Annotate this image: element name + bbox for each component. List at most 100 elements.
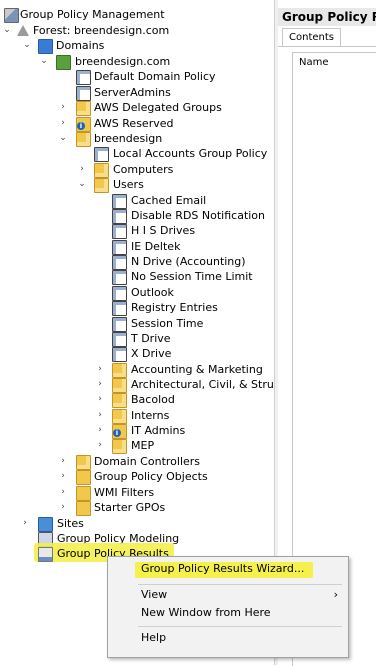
tree-item-label: Group Policy Objects (94, 470, 208, 483)
tree-item-label: Session Time (131, 317, 204, 330)
chevron-right-icon[interactable]: › (58, 454, 68, 469)
column-header-name[interactable]: Name (299, 57, 329, 68)
group-policy-management-icon (4, 8, 19, 23)
tree-item-label: WMI Filters (94, 486, 155, 499)
folder-icon (76, 470, 91, 485)
ou-folder-icon (94, 163, 109, 178)
gpo-link-icon (112, 332, 127, 347)
gpo-link-icon (112, 194, 127, 209)
gpo-link-icon (112, 301, 127, 316)
tree-item-label: Registry Entries (131, 301, 218, 314)
chevron-right-icon[interactable]: › (58, 469, 68, 484)
menu-item-help[interactable]: Help (108, 629, 348, 647)
ou-folder-icon (112, 439, 127, 454)
tree-item-label: Starter GPOs (94, 501, 166, 514)
chevron-right-icon[interactable]: › (58, 116, 68, 131)
folder-icon (76, 501, 91, 516)
chevron-right-icon[interactable]: › (95, 408, 105, 423)
ou-folder-icon (112, 393, 127, 408)
gpo-link-icon (112, 347, 127, 362)
chevron-right-icon[interactable]: › (95, 392, 105, 407)
tree-item-label: breendesign (94, 132, 163, 145)
tree-item-label: Interns (131, 409, 170, 422)
tree-item-label: MEP (131, 439, 155, 452)
ou-blocked-inheritance-icon (112, 424, 127, 439)
tree-item-label: Accounting & Marketing (131, 363, 263, 376)
menu-separator (138, 626, 342, 627)
tree-item-label: IE Deltek (131, 240, 181, 253)
context-menu: Group Policy Results Wizard... View › Ne… (107, 556, 349, 658)
gpo-link-icon (112, 286, 127, 301)
chevron-right-icon[interactable]: › (95, 362, 105, 377)
chevron-down-icon[interactable]: ⌄ (22, 38, 32, 53)
tree-item-label: Disable RDS Notification (131, 209, 266, 222)
tree-item-label: Local Accounts Group Policy (113, 147, 268, 160)
folder-icon (76, 486, 91, 501)
ou-folder-icon (76, 101, 91, 116)
ou-folder-icon (112, 409, 127, 424)
tree-item-label: ServerAdmins (94, 86, 171, 99)
ou-blocked-inheritance-icon (76, 117, 91, 132)
menu-item-view[interactable]: View › (108, 586, 348, 604)
gpo-link-icon (112, 209, 127, 224)
chevron-down-icon[interactable]: ⌄ (2, 23, 12, 38)
chevron-right-icon[interactable]: › (95, 377, 105, 392)
gpo-link-icon (76, 86, 91, 101)
tree-item-label: Computers (113, 163, 174, 176)
ou-folder-icon (76, 132, 91, 147)
sites-icon (38, 517, 53, 532)
gpo-link-icon (94, 147, 109, 162)
tree-item-label: AWS Reserved (94, 117, 174, 130)
tree-item-label: IT Admins (131, 424, 186, 437)
tree-item-label: Forest: breendesign.com (33, 24, 170, 37)
gpo-link-icon (112, 317, 127, 332)
tree-item-label: H I S Drives (131, 224, 196, 237)
ou-folder-icon (112, 378, 127, 393)
tree-item-label: breendesign.com (75, 55, 171, 68)
domains-icon (38, 39, 53, 54)
chevron-right-icon[interactable]: › (58, 485, 68, 500)
chevron-down-icon[interactable]: ⌄ (39, 54, 49, 69)
tree-item-label: AWS Delegated Groups (94, 101, 222, 114)
chevron-right-icon[interactable]: › (58, 500, 68, 515)
tree-item-label: Users (113, 178, 144, 191)
submenu-arrow-icon: › (333, 588, 338, 601)
ou-folder-icon (76, 455, 91, 470)
gpo-link-icon (112, 270, 127, 285)
results-icon (38, 547, 53, 562)
gpo-link-icon (112, 240, 127, 255)
tab-contents[interactable]: Contents (282, 28, 341, 46)
chevron-right-icon[interactable]: › (58, 100, 68, 115)
tree-item-label: Sites (57, 517, 84, 530)
tree-item-label: X Drive (131, 347, 172, 360)
forest-icon (17, 25, 29, 36)
tree-item-label: Domain Controllers (94, 455, 201, 468)
chevron-right-icon[interactable]: › (20, 516, 30, 531)
tree-item-label: T Drive (131, 332, 171, 345)
menu-item-label: Help (141, 631, 167, 644)
tree-item-label: Domains (56, 39, 105, 52)
menu-item-new-window[interactable]: New Window from Here (108, 604, 348, 622)
domain-icon (56, 55, 71, 70)
details-title: Group Policy R (278, 8, 376, 26)
menu-item-label: New Window from Here (141, 606, 271, 619)
ou-folder-icon (112, 363, 127, 378)
menu-item-results-wizard[interactable]: Group Policy Results Wizard... (108, 560, 348, 578)
gpo-link-icon (76, 70, 91, 85)
chevron-right-icon[interactable]: › (95, 438, 105, 453)
tree-item-label: No Session Time Limit (131, 270, 253, 283)
chevron-down-icon[interactable]: ⌄ (58, 131, 68, 146)
tab-bar: Contents (278, 28, 376, 47)
tree-item-label: Outlook (131, 286, 174, 299)
chevron-right-icon[interactable]: › (95, 423, 105, 438)
menu-separator (138, 584, 342, 585)
menu-item-label: View (141, 588, 168, 601)
ou-folder-icon (94, 178, 109, 193)
chevron-down-icon[interactable]: ⌄ (77, 177, 87, 192)
gpo-link-icon (112, 224, 127, 239)
tree-item-label: Bacolod (131, 393, 175, 406)
tree-item-label: Default Domain Policy (94, 70, 216, 83)
chevron-right-icon[interactable]: › (77, 162, 87, 177)
tree-item-label: Cached Email (131, 194, 207, 207)
tree-item-label: Architectural, Civil, & Struc (131, 378, 274, 391)
